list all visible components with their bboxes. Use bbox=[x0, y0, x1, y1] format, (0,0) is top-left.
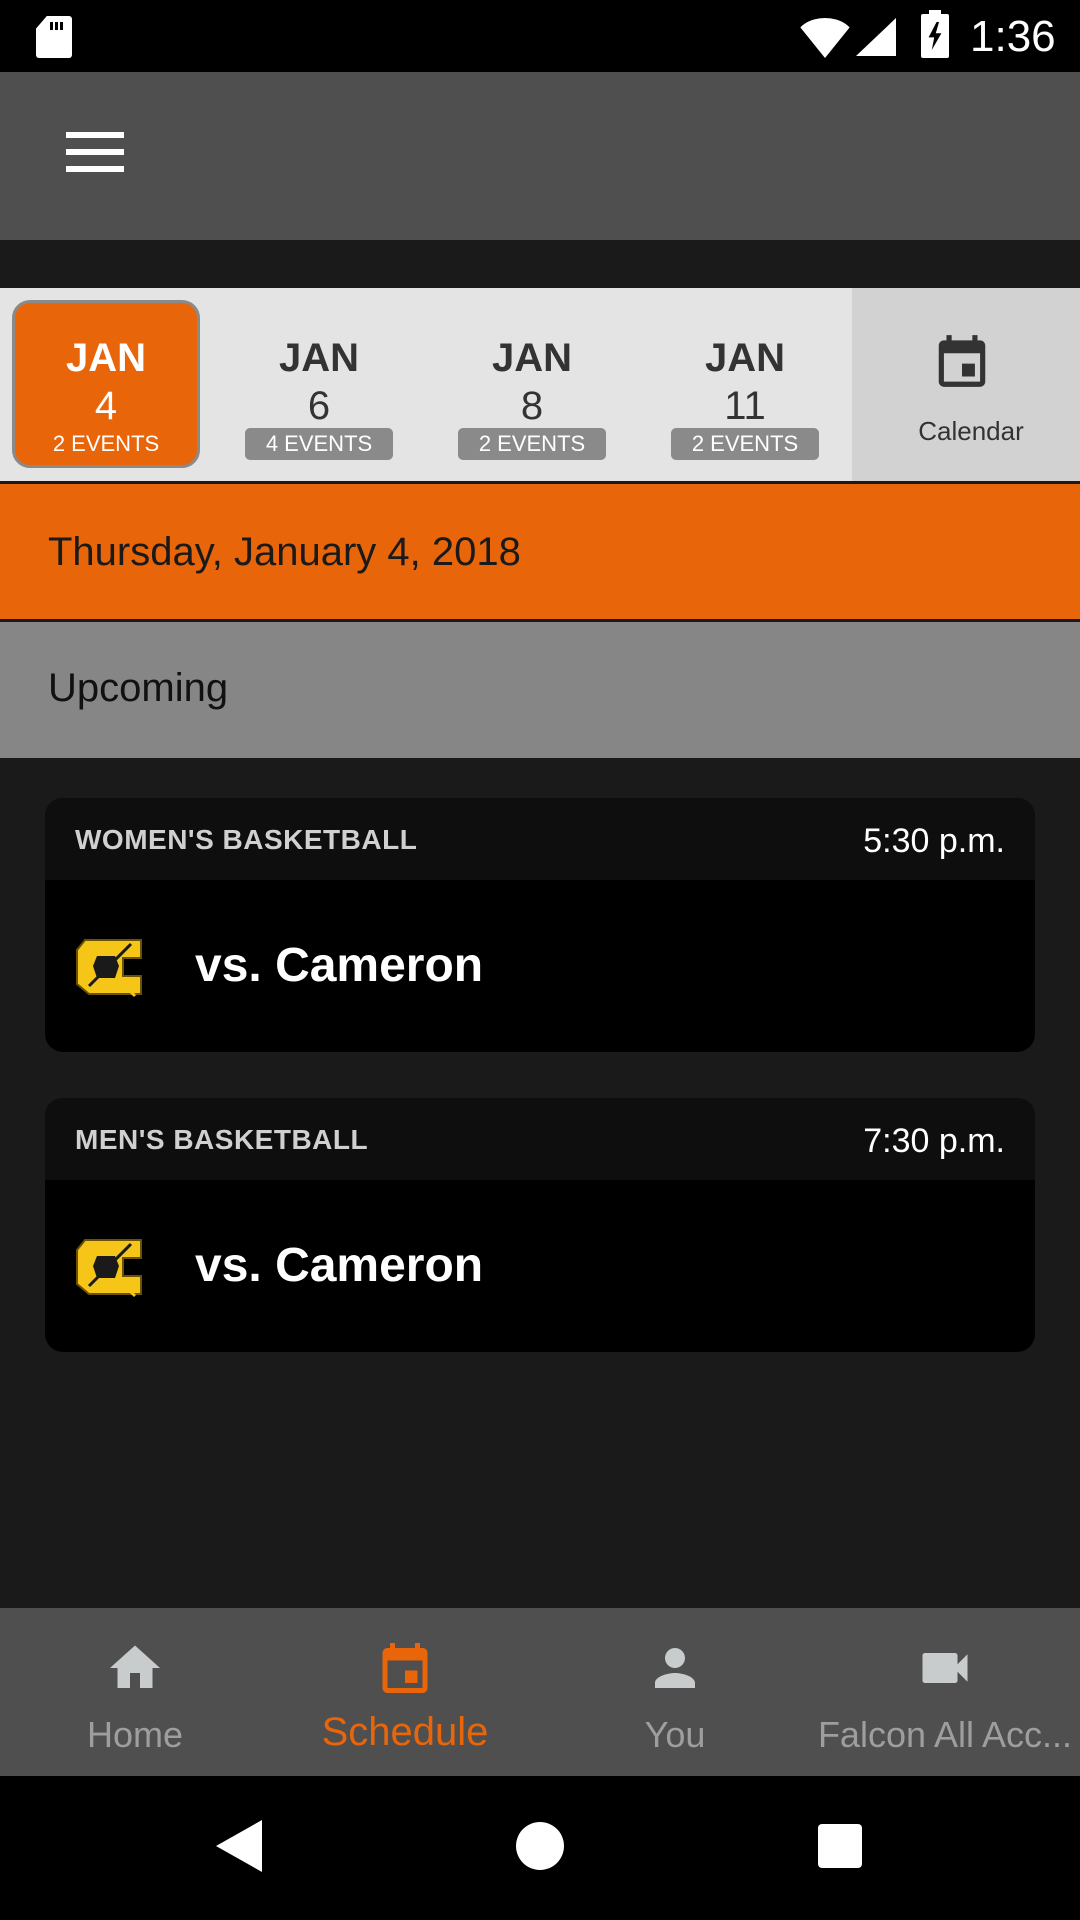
sd-card-icon bbox=[36, 16, 72, 58]
section-title: Upcoming bbox=[48, 666, 229, 710]
date-month: JAN bbox=[491, 336, 573, 380]
date-strip: JAN 4 2 EVENTS JAN 6 4 EVENTS JAN 8 2 EV… bbox=[0, 288, 1080, 484]
nav-item-home[interactable]: Home bbox=[0, 1608, 270, 1776]
event-card[interactable]: MEN'S BASKETBALL 7:30 p.m. vs. Cameron bbox=[45, 1098, 1035, 1352]
date-item-jan-4[interactable]: JAN 4 2 EVENTS bbox=[12, 300, 200, 468]
cameron-logo-icon bbox=[76, 939, 142, 998]
event-sport: MEN'S BASKETBALL bbox=[75, 1124, 369, 1155]
nav-label: You bbox=[644, 1714, 706, 1755]
selected-date-header: Thursday, January 4, 2018 bbox=[0, 484, 1080, 622]
back-icon[interactable] bbox=[216, 1820, 262, 1872]
date-item-jan-6[interactable]: JAN 6 4 EVENTS bbox=[225, 300, 413, 468]
event-sport: WOMEN'S BASKETBALL bbox=[75, 824, 418, 855]
date-month: JAN bbox=[278, 336, 360, 380]
video-camera-icon bbox=[922, 1653, 968, 1683]
home-icon bbox=[110, 1645, 160, 1688]
app-bar bbox=[0, 72, 1080, 240]
nav-label: Schedule bbox=[321, 1710, 489, 1754]
nav-label: Falcon All Acc... bbox=[817, 1714, 1073, 1755]
event-card-header: MEN'S BASKETBALL 7:30 p.m. bbox=[45, 1098, 1035, 1180]
event-opponent: vs. Cameron bbox=[195, 939, 484, 992]
recents-icon[interactable] bbox=[818, 1824, 862, 1868]
event-card-header: WOMEN'S BASKETBALL 5:30 p.m. bbox=[45, 798, 1035, 880]
system-navigation-bar bbox=[0, 1776, 1080, 1920]
cameron-logo-icon bbox=[76, 1239, 142, 1298]
date-day: 11 bbox=[724, 384, 766, 428]
event-time: 7:30 p.m. bbox=[863, 1122, 1005, 1160]
event-count-badge: 2 EVENTS bbox=[671, 428, 819, 460]
battery-charging-icon bbox=[921, 10, 949, 58]
event-card[interactable]: WOMEN'S BASKETBALL 5:30 p.m. vs. Cameron bbox=[45, 798, 1035, 1052]
section-header-upcoming: Upcoming bbox=[0, 622, 1080, 758]
date-item-jan-8[interactable]: JAN 8 2 EVENTS bbox=[438, 300, 626, 468]
menu-icon[interactable] bbox=[66, 132, 124, 172]
event-count-badge: 4 EVENTS bbox=[245, 428, 393, 460]
cell-signal-icon bbox=[856, 18, 896, 56]
date-month: JAN bbox=[65, 336, 147, 380]
date-item-jan-11[interactable]: JAN 11 2 EVENTS bbox=[651, 300, 839, 468]
bottom-nav: Home Schedule You Falcon All Acc... bbox=[0, 1608, 1080, 1776]
event-count-badge: 2 EVENTS bbox=[458, 428, 606, 460]
nav-item-you[interactable]: You bbox=[540, 1608, 810, 1776]
wifi-icon bbox=[796, 18, 854, 58]
event-count-badge: 2 EVENTS bbox=[52, 431, 160, 456]
nav-item-falcon-all-access[interactable]: Falcon All Acc... bbox=[810, 1608, 1080, 1776]
event-opponent: vs. Cameron bbox=[195, 1239, 484, 1292]
date-month: JAN bbox=[704, 336, 786, 380]
calendar-icon bbox=[382, 1643, 428, 1693]
status-bar: 1:36 bbox=[0, 0, 1080, 72]
status-time: 1:36 bbox=[970, 12, 1056, 61]
selected-date-text: Thursday, January 4, 2018 bbox=[48, 530, 521, 574]
home-circle-icon[interactable] bbox=[516, 1822, 564, 1870]
date-day: 4 bbox=[94, 384, 118, 428]
person-icon bbox=[655, 1648, 695, 1688]
calendar-label: Calendar bbox=[918, 416, 1024, 446]
date-day: 6 bbox=[307, 384, 331, 428]
calendar-button[interactable]: Calendar bbox=[852, 288, 1080, 481]
nav-label: Home bbox=[86, 1714, 184, 1755]
divider bbox=[0, 240, 1080, 288]
nav-item-schedule[interactable]: Schedule bbox=[270, 1608, 540, 1776]
event-time: 5:30 p.m. bbox=[863, 822, 1005, 860]
calendar-icon bbox=[938, 335, 986, 387]
date-day: 8 bbox=[520, 384, 544, 428]
